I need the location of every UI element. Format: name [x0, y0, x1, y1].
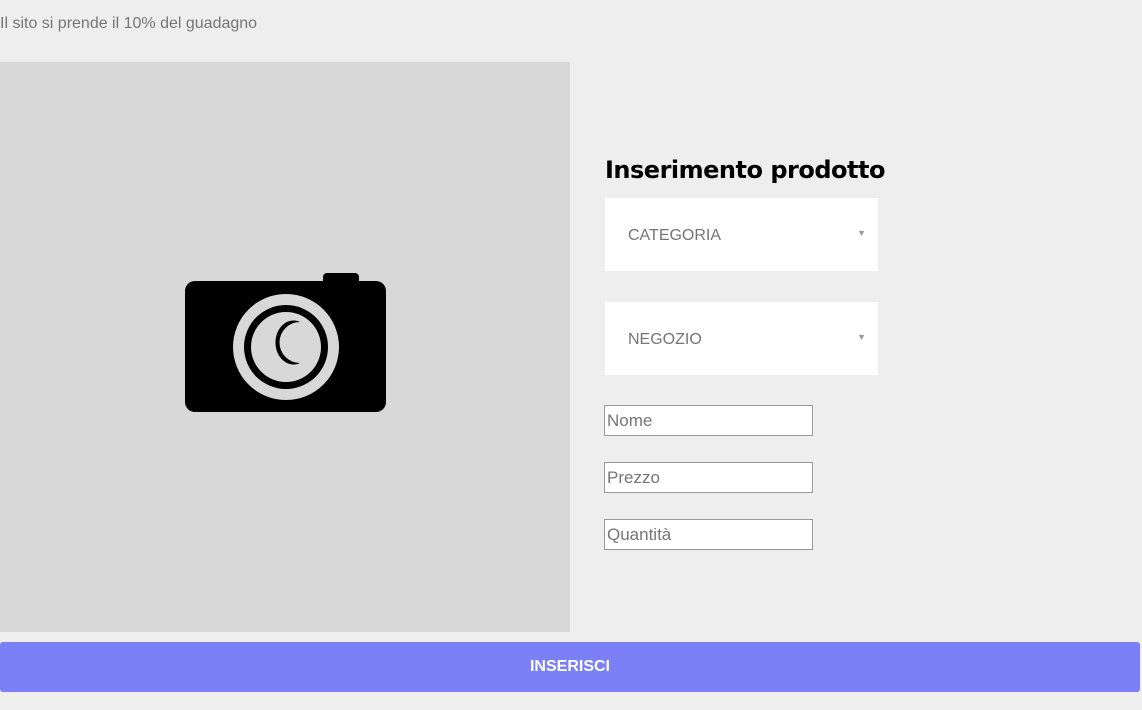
shop-select[interactable]: NEGOZIO ▼	[605, 302, 878, 375]
name-input[interactable]	[604, 405, 813, 436]
form-title: Inserimento prodotto	[605, 156, 885, 184]
chevron-down-icon: ▼	[857, 332, 866, 342]
camera-icon	[185, 273, 386, 412]
shop-select-value: NEGOZIO	[628, 331, 702, 348]
submit-button[interactable]: INSERISCI	[0, 642, 1140, 692]
quantity-input[interactable]	[604, 519, 813, 550]
chevron-down-icon: ▼	[857, 228, 866, 238]
product-photo-upload[interactable]	[0, 62, 570, 632]
category-select[interactable]: CATEGORIA ▼	[605, 198, 878, 271]
commission-notice: Il sito si prende il 10% del guadagno	[0, 15, 258, 32]
category-select-value: CATEGORIA	[628, 227, 722, 244]
price-input[interactable]	[604, 462, 813, 493]
